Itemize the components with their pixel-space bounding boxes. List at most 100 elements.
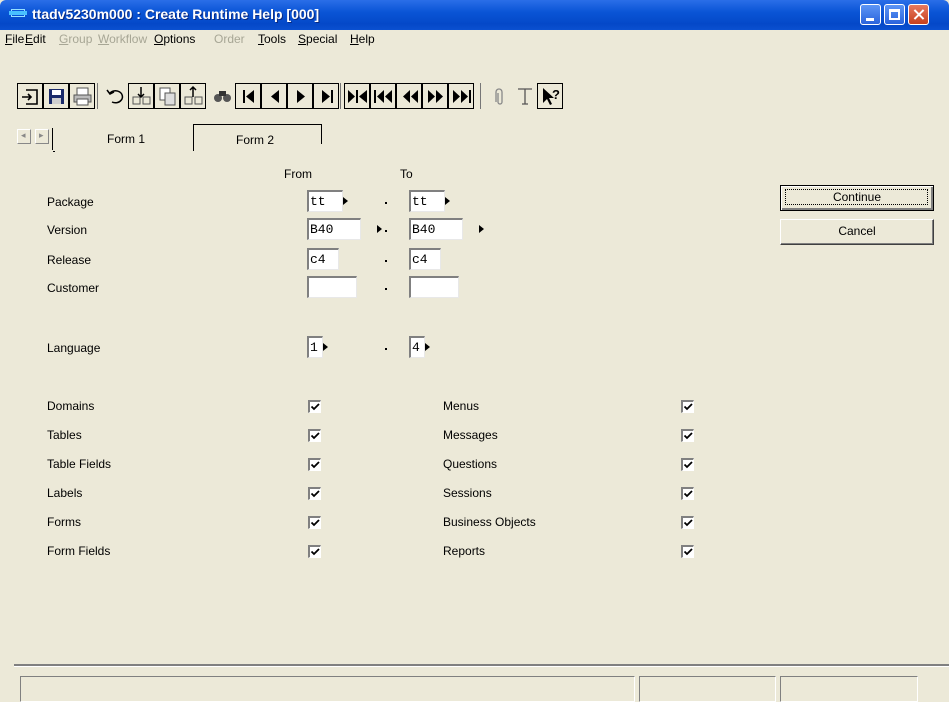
insert-record-icon — [132, 87, 151, 105]
menus-checkbox[interactable] — [681, 400, 694, 413]
customer-from-field[interactable] — [307, 276, 357, 298]
attachment-button[interactable] — [485, 83, 511, 109]
undo-button[interactable] — [102, 83, 128, 109]
language-from-zoom-arrow-icon[interactable] — [323, 343, 328, 351]
package-to-field[interactable]: tt — [409, 190, 445, 212]
menu-special[interactable]: Special — [298, 32, 337, 46]
version-from-field[interactable]: B40 — [307, 218, 361, 240]
insert-record-button[interactable] — [128, 83, 154, 109]
domains-label: Domains — [47, 399, 95, 413]
version-to-zoom-arrow-icon[interactable] — [479, 225, 484, 233]
maximize-button[interactable] — [884, 4, 905, 25]
forms-checkbox[interactable] — [308, 516, 321, 529]
copy-record-button[interactable] — [154, 83, 180, 109]
close-button[interactable] — [908, 4, 929, 25]
first-set-button[interactable] — [344, 83, 370, 109]
domains-checkbox[interactable] — [308, 400, 321, 413]
last-record-button[interactable] — [313, 83, 339, 109]
release-from-field[interactable]: c4 — [307, 248, 339, 270]
range-separator — [385, 260, 387, 262]
save-button[interactable] — [43, 83, 69, 109]
context-help-button[interactable]: ? — [537, 83, 563, 109]
menu-order[interactable]: Order — [214, 32, 245, 46]
tab-form-2[interactable]: Form 2 — [194, 124, 320, 151]
package-from-zoom-arrow-icon[interactable] — [343, 197, 348, 205]
menus-label: Menus — [443, 399, 480, 413]
release-label: Release — [47, 253, 92, 267]
menu-options[interactable]: Options — [154, 32, 195, 46]
package-from-field[interactable]: tt — [307, 190, 343, 212]
range-separator — [385, 230, 387, 232]
tables-checkbox[interactable] — [308, 429, 321, 442]
menu-file[interactable]: File — [5, 32, 24, 46]
version-from-zoom-arrow-icon[interactable] — [377, 225, 382, 233]
package-to-zoom-arrow-icon[interactable] — [445, 197, 450, 205]
find-button[interactable] — [209, 83, 235, 109]
previous-page-button[interactable] — [396, 83, 422, 109]
menu-workflow[interactable]: Workflow — [98, 32, 147, 46]
next-record-button[interactable] — [287, 83, 313, 109]
version-to-field[interactable]: B40 — [409, 218, 463, 240]
window-title: ttadv5230m000 : Create Runtime Help [000… — [32, 6, 320, 22]
language-to-field[interactable]: 4 — [409, 336, 425, 358]
forms-label: Forms — [47, 515, 81, 529]
delete-record-button[interactable] — [180, 83, 206, 109]
cancel-button[interactable]: Cancel — [780, 219, 934, 245]
tab-scroll-right-button[interactable]: ▸ — [35, 129, 49, 144]
delete-record-icon — [184, 85, 203, 105]
tab-scroll-left-button[interactable]: ◂ — [17, 129, 31, 144]
release-to-field[interactable]: c4 — [409, 248, 441, 270]
tab-strip: ◂ ▸ Form 1 Form 2 — [0, 124, 949, 152]
questions-label: Questions — [443, 457, 498, 471]
text-button[interactable] — [511, 83, 537, 109]
range-separator — [385, 288, 387, 290]
checkmark-icon — [683, 519, 693, 527]
exit-button[interactable] — [17, 83, 43, 109]
previous-record-button[interactable] — [261, 83, 287, 109]
form-fields-checkbox[interactable] — [308, 545, 321, 558]
messages-checkbox[interactable] — [681, 429, 694, 442]
previous-set-button[interactable] — [370, 83, 396, 109]
app-icon[interactable] — [9, 9, 27, 19]
print-button[interactable] — [69, 83, 95, 109]
toolbar: ? — [0, 48, 949, 124]
next-record-icon — [297, 90, 305, 103]
continue-button[interactable]: Continue — [780, 185, 934, 211]
svg-text:?: ? — [552, 87, 560, 102]
menu-group[interactable]: Group — [59, 32, 92, 46]
copy-record-icon — [159, 87, 176, 106]
reports-checkbox[interactable] — [681, 545, 694, 558]
business-objects-checkbox[interactable] — [681, 516, 694, 529]
last-set-icon — [453, 90, 471, 103]
business-objects-label: Business Objects — [443, 515, 536, 529]
first-record-button[interactable] — [235, 83, 261, 109]
checkmark-icon — [310, 548, 320, 556]
to-header: To — [400, 167, 413, 181]
checkmark-icon — [310, 432, 320, 440]
customer-to-field[interactable] — [409, 276, 459, 298]
last-set-button[interactable] — [448, 83, 474, 109]
questions-checkbox[interactable] — [681, 458, 694, 471]
checkmark-icon — [683, 490, 693, 498]
attachment-icon — [495, 88, 503, 105]
checkmark-icon — [310, 461, 320, 469]
menu-edit[interactable]: Edit — [25, 32, 46, 46]
title-bar[interactable]: ttadv5230m000 : Create Runtime Help [000… — [0, 0, 949, 30]
minimize-button[interactable] — [860, 4, 881, 25]
menu-help[interactable]: Help — [350, 32, 375, 46]
checkmark-icon — [310, 403, 320, 411]
labels-checkbox[interactable] — [308, 487, 321, 500]
save-icon — [49, 89, 64, 104]
next-page-button[interactable] — [422, 83, 448, 109]
tables-label: Tables — [47, 428, 82, 442]
menu-tools[interactable]: Tools — [258, 32, 286, 46]
sessions-checkbox[interactable] — [681, 487, 694, 500]
language-to-zoom-arrow-icon[interactable] — [425, 343, 430, 351]
checkmark-icon — [683, 403, 693, 411]
status-panel-2 — [639, 676, 776, 702]
status-bar-separator — [14, 664, 949, 667]
language-from-field[interactable]: 1 — [307, 336, 323, 358]
range-separator — [385, 348, 387, 350]
tab-form-1[interactable]: Form 1 — [55, 124, 193, 151]
table-fields-checkbox[interactable] — [308, 458, 321, 471]
